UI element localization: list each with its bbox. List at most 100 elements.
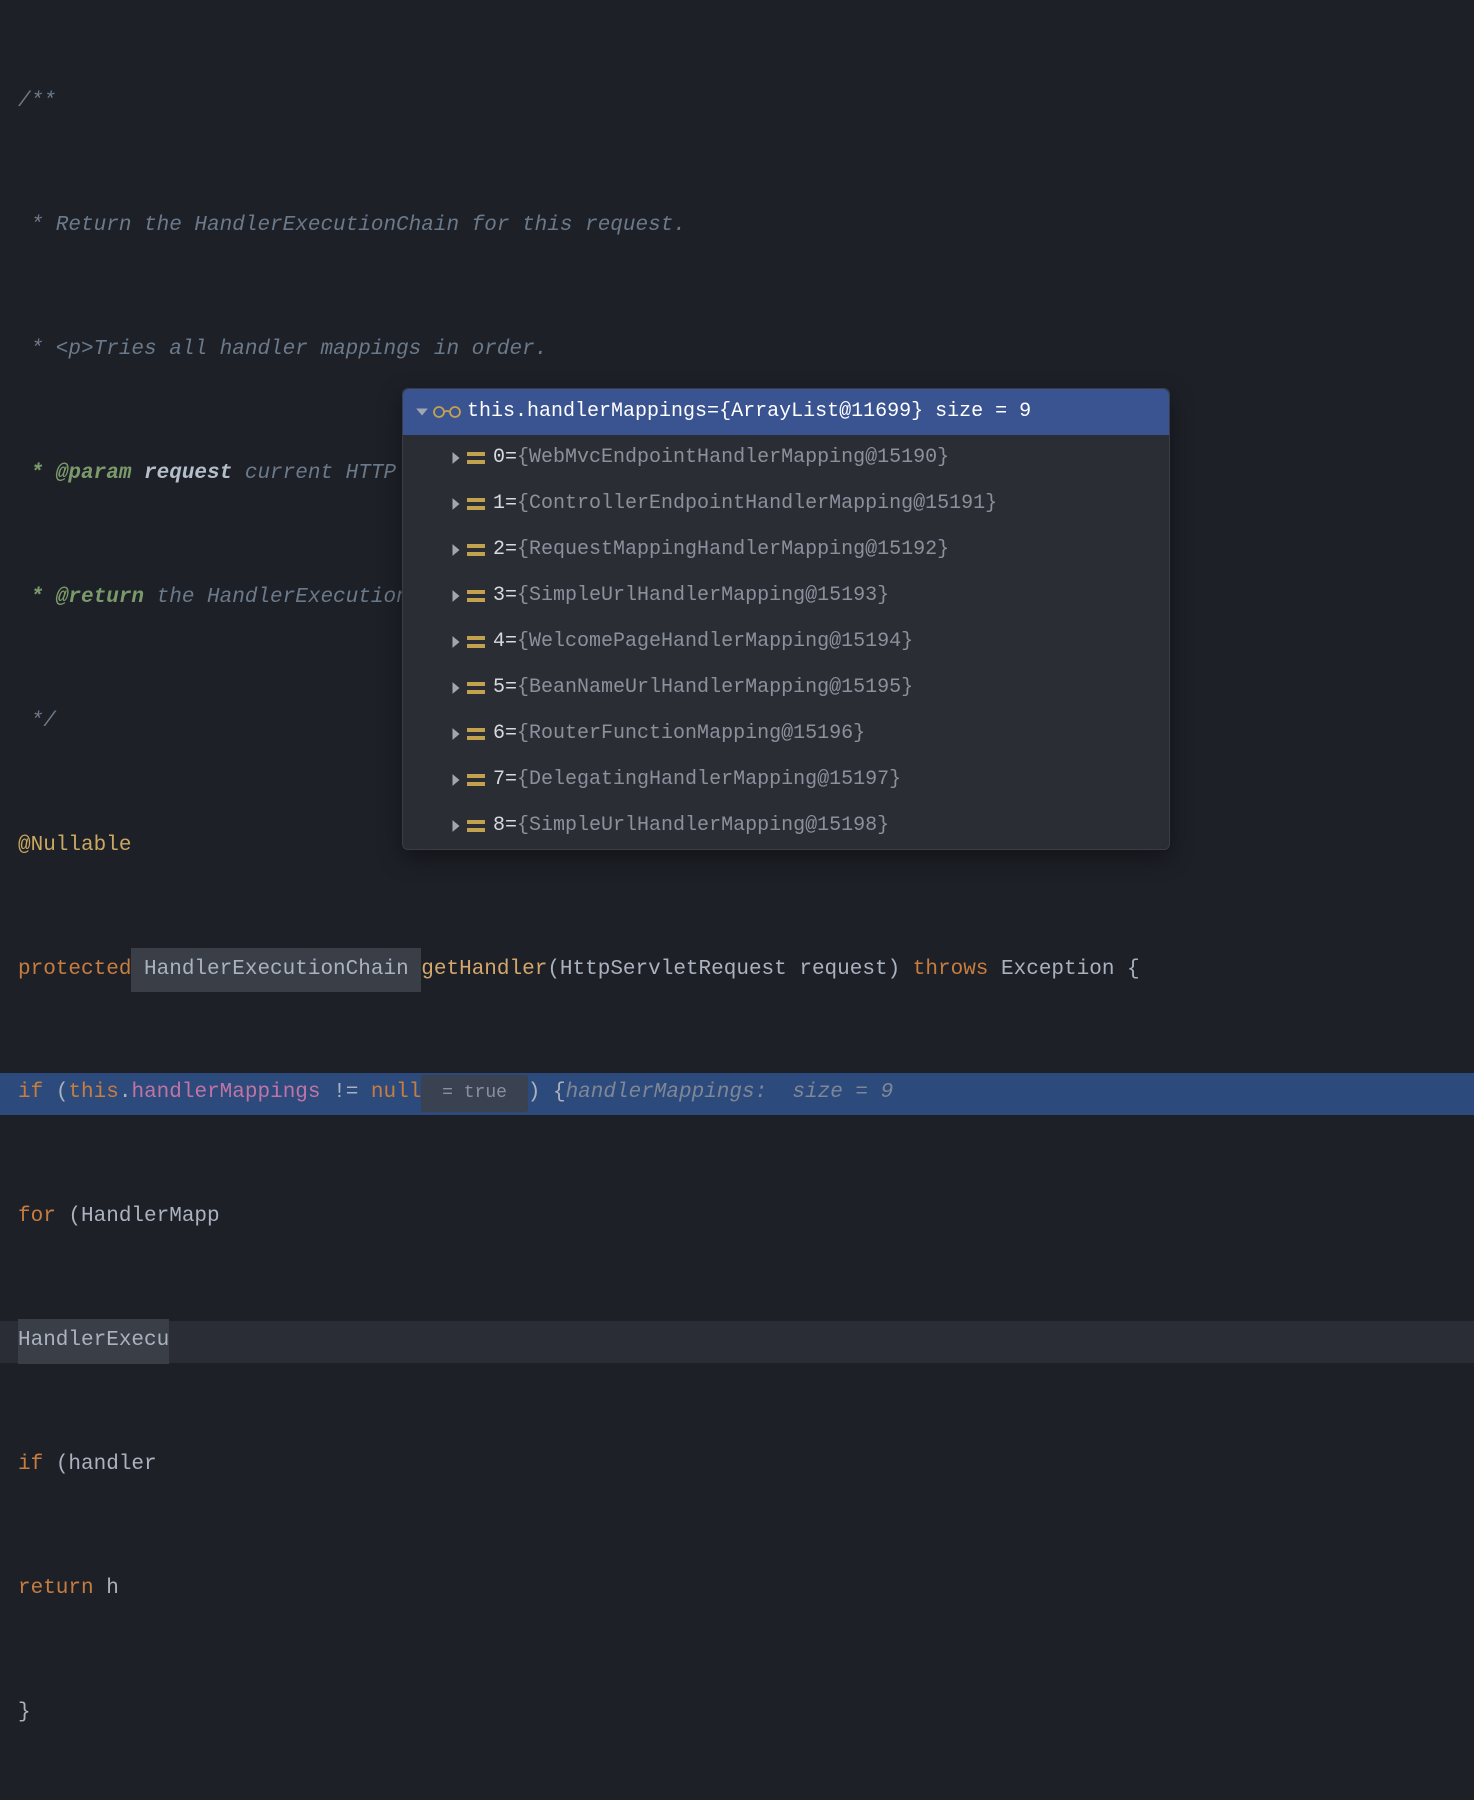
- code-line[interactable]: return h: [0, 1568, 1474, 1610]
- chevron-right-icon[interactable]: [445, 451, 467, 465]
- exception-type: Exception {: [988, 950, 1139, 991]
- javadoc-tag: * @return: [18, 578, 144, 619]
- javadoc-param: request: [131, 454, 232, 495]
- method-name: getHandler: [421, 950, 547, 991]
- code-line[interactable]: if (handler: [0, 1445, 1474, 1487]
- chevron-down-icon[interactable]: [411, 405, 433, 419]
- code-line[interactable]: HandlerExecu: [0, 1321, 1474, 1363]
- equals: =: [505, 810, 517, 842]
- paren: ) {: [528, 1073, 566, 1114]
- array-index: 7: [493, 764, 505, 796]
- variable-value: {SimpleUrlHandlerMapping@15193}: [517, 580, 889, 612]
- annotation: @Nullable: [18, 826, 131, 867]
- debug-variable-item[interactable]: 8 = {SimpleUrlHandlerMapping@15198}: [403, 803, 1169, 849]
- javadoc-text: * Return the HandlerExecutionChain for t…: [18, 206, 686, 247]
- code-line[interactable]: protected HandlerExecutionChain getHandl…: [0, 949, 1474, 991]
- chevron-right-icon[interactable]: [445, 497, 467, 511]
- array-index: 6: [493, 718, 505, 750]
- code-line[interactable]: for (HandlerMapp: [0, 1197, 1474, 1239]
- javadoc-text: * <p>: [18, 330, 94, 371]
- inline-eval-result: = true: [421, 1075, 527, 1112]
- equals: =: [505, 488, 517, 520]
- code-line[interactable]: * <p>Tries all handler mappings in order…: [0, 330, 1474, 372]
- variable-value: {WelcomePageHandlerMapping@15194}: [517, 626, 913, 658]
- equals: =: [505, 626, 517, 658]
- inline-hint-label: handlerMappings:: [566, 1073, 793, 1114]
- chevron-right-icon[interactable]: [445, 727, 467, 741]
- equals: =: [505, 718, 517, 750]
- variable-name: this.handlerMappings: [467, 396, 707, 428]
- chevron-right-icon[interactable]: [445, 819, 467, 833]
- method-params: (HttpServletRequest request): [547, 950, 912, 991]
- keyword: protected: [18, 950, 131, 991]
- equals: =: [505, 764, 517, 796]
- array-index: 2: [493, 534, 505, 566]
- array-index: 3: [493, 580, 505, 612]
- array-element-icon: [467, 496, 485, 512]
- debug-variable-item[interactable]: 4 = {WelcomePageHandlerMapping@15194}: [403, 619, 1169, 665]
- chevron-right-icon[interactable]: [445, 681, 467, 695]
- operator: !=: [321, 1073, 371, 1114]
- debug-variable-item[interactable]: 6 = {RouterFunctionMapping@15196}: [403, 711, 1169, 757]
- variable-value: {BeanNameUrlHandlerMapping@15195}: [517, 672, 913, 704]
- keyword: throws: [913, 950, 989, 991]
- code-text: (handler: [43, 1445, 169, 1486]
- code-line[interactable]: /**: [0, 82, 1474, 124]
- array-element-icon: [467, 818, 485, 834]
- keyword: if: [18, 1445, 43, 1486]
- array-element-icon: [467, 772, 485, 788]
- variable-value: {DelegatingHandlerMapping@15197}: [517, 764, 901, 796]
- equals: =: [505, 672, 517, 704]
- watch-icon: [433, 404, 461, 420]
- array-element-icon: [467, 634, 485, 650]
- debug-variables-popup[interactable]: this.handlerMappings = {ArrayList@11699}…: [402, 388, 1170, 850]
- chevron-right-icon[interactable]: [445, 635, 467, 649]
- debug-variable-item[interactable]: 0 = {WebMvcEndpointHandlerMapping@15190}: [403, 435, 1169, 481]
- brace: }: [18, 1693, 31, 1734]
- field-ref: handlerMappings: [131, 1073, 320, 1114]
- variable-value: {RequestMappingHandlerMapping@15192}: [517, 534, 949, 566]
- chevron-right-icon[interactable]: [445, 589, 467, 603]
- code-line[interactable]: }: [0, 1692, 1474, 1734]
- code-line[interactable]: * Return the HandlerExecutionChain for t…: [0, 206, 1474, 248]
- javadoc-text: /**: [18, 82, 56, 123]
- code-text: h: [94, 1569, 119, 1610]
- debug-variable-item[interactable]: 1 = {ControllerEndpointHandlerMapping@15…: [403, 481, 1169, 527]
- javadoc-text: */: [18, 702, 56, 743]
- array-element-icon: [467, 680, 485, 696]
- debug-variable-root[interactable]: this.handlerMappings = {ArrayList@11699}…: [403, 389, 1169, 435]
- dot: .: [119, 1073, 132, 1114]
- array-index: 5: [493, 672, 505, 704]
- javadoc-tag: * @param: [18, 454, 131, 495]
- chevron-right-icon[interactable]: [445, 773, 467, 787]
- chevron-right-icon[interactable]: [445, 543, 467, 557]
- paren: (: [43, 1073, 68, 1114]
- inline-hint-value: size = 9: [792, 1073, 893, 1114]
- array-index: 4: [493, 626, 505, 658]
- code-editor[interactable]: /** * Return the HandlerExecutionChain f…: [0, 0, 1474, 1800]
- equals: =: [505, 534, 517, 566]
- null-keyword: null: [371, 1073, 421, 1114]
- array-element-icon: [467, 542, 485, 558]
- debug-variable-item[interactable]: 2 = {RequestMappingHandlerMapping@15192}: [403, 527, 1169, 573]
- variable-value: {ControllerEndpointHandlerMapping@15191}: [517, 488, 997, 520]
- return-type: HandlerExecutionChain: [131, 948, 421, 993]
- array-element-icon: [467, 588, 485, 604]
- array-index: 0: [493, 442, 505, 474]
- equals: =: [707, 396, 719, 428]
- javadoc-text: Tries all handler mappings in order.: [94, 330, 548, 371]
- code-text: HandlerExecu: [18, 1319, 169, 1364]
- array-element-icon: [467, 450, 485, 466]
- keyword: for: [18, 1197, 56, 1238]
- variable-value: {RouterFunctionMapping@15196}: [517, 718, 865, 750]
- debug-variable-item[interactable]: 3 = {SimpleUrlHandlerMapping@15193}: [403, 573, 1169, 619]
- variable-value: {WebMvcEndpointHandlerMapping@15190}: [517, 442, 949, 474]
- code-text: (HandlerMapp: [56, 1197, 220, 1238]
- debug-variable-item[interactable]: 5 = {BeanNameUrlHandlerMapping@15195}: [403, 665, 1169, 711]
- array-index: 1: [493, 488, 505, 520]
- equals: =: [505, 442, 517, 474]
- keyword: if: [18, 1073, 43, 1114]
- equals: =: [505, 580, 517, 612]
- debug-variable-item[interactable]: 7 = {DelegatingHandlerMapping@15197}: [403, 757, 1169, 803]
- code-line-current[interactable]: if (this.handlerMappings != null = true …: [0, 1073, 1474, 1115]
